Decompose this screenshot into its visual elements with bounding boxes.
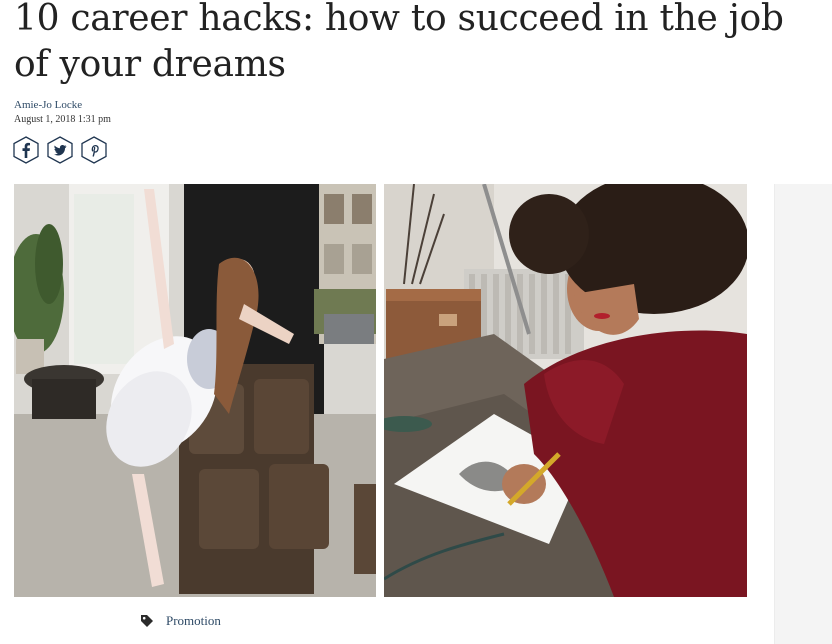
illustrator-drawing-photo xyxy=(384,184,747,597)
tag-icon xyxy=(141,615,153,627)
share-facebook-button[interactable] xyxy=(13,136,39,164)
share-twitter-button[interactable] xyxy=(47,136,73,164)
twitter-icon xyxy=(47,136,73,164)
ballet-dancer-photo xyxy=(14,184,376,597)
share-pinterest-button[interactable] xyxy=(81,136,107,164)
article-title: 10 career hacks: how to succeed in the j… xyxy=(14,0,784,85)
publish-date: August 1, 2018 1:31 pm xyxy=(14,114,111,125)
tag-link-promotion[interactable]: Promotion xyxy=(166,613,221,629)
pinterest-icon xyxy=(81,136,107,164)
author-link[interactable]: Amie-Jo Locke xyxy=(14,99,82,111)
facebook-icon xyxy=(13,136,39,164)
sidebar-ad-panel xyxy=(774,184,832,644)
